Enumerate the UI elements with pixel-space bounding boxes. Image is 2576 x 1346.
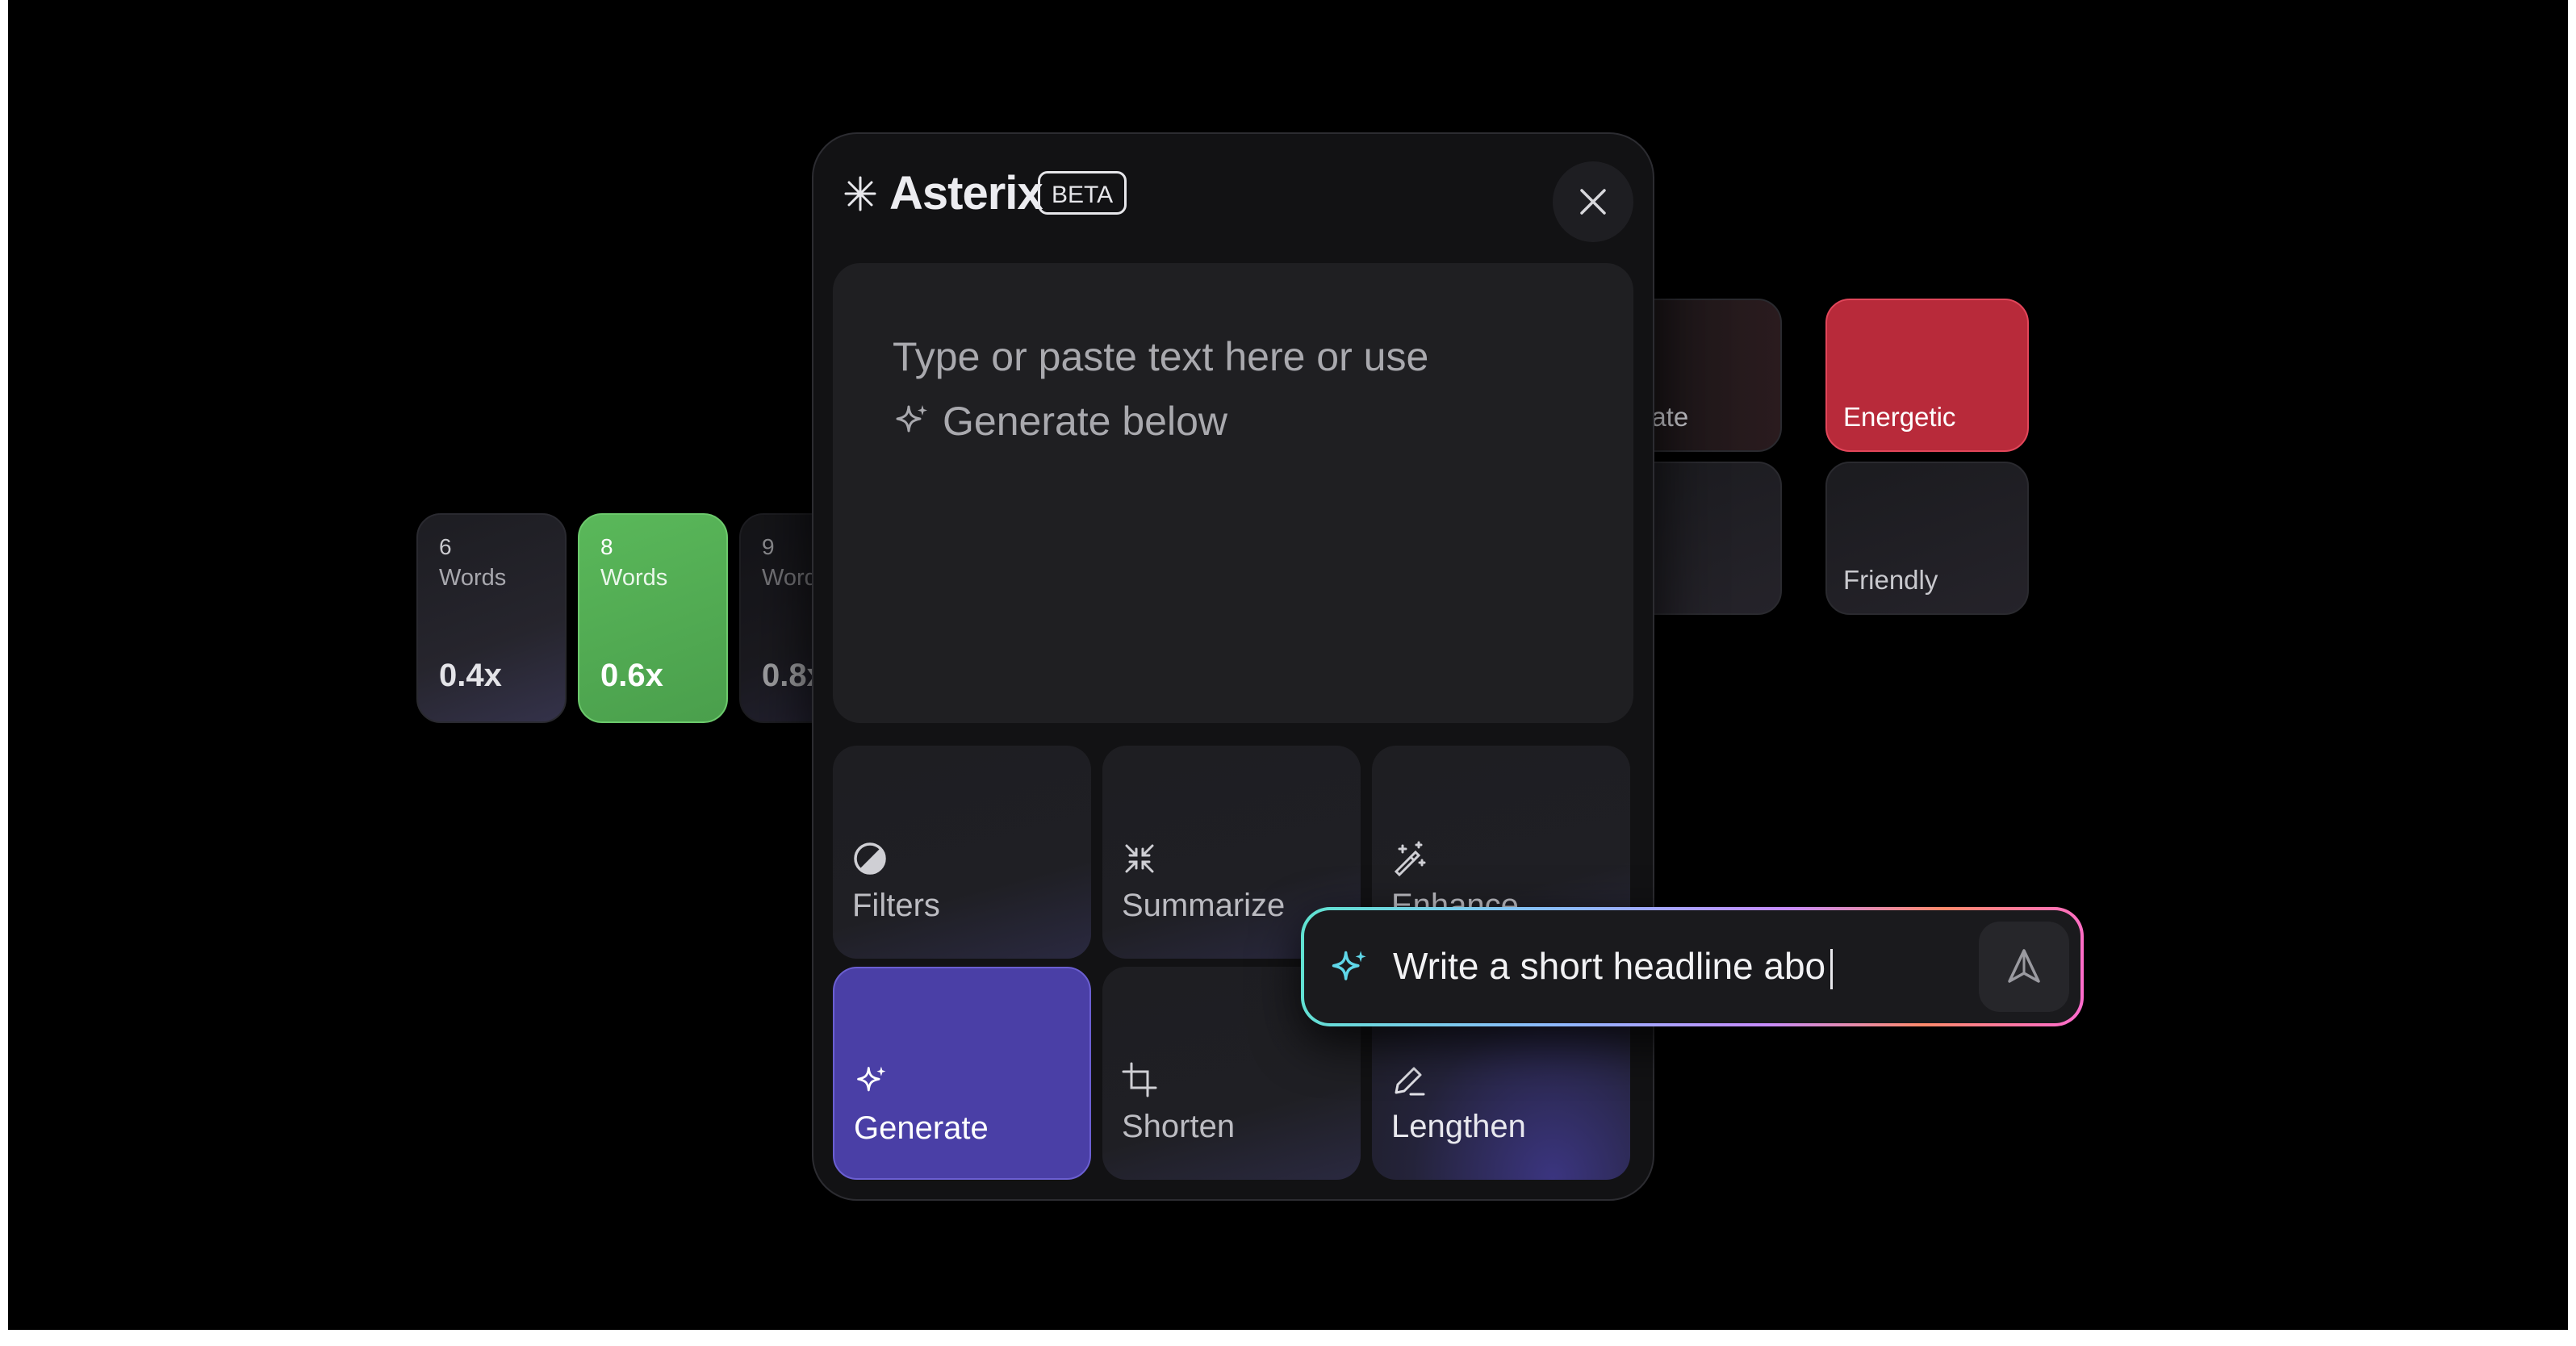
send-button[interactable]	[1979, 922, 2069, 1012]
word-count: 6	[439, 534, 452, 559]
sparkle-icon	[857, 1066, 886, 1092]
sparkle-icon	[896, 405, 927, 433]
sparkle-icon	[1332, 951, 1366, 980]
tone-energetic[interactable]: Energetic	[1825, 299, 2029, 452]
tone-label: Friendly	[1843, 565, 1938, 595]
prompt-value: Write a short headline abo	[1393, 945, 1826, 987]
asterix-panel: Asterix BETA Type or paste text here or …	[812, 132, 1654, 1201]
close-button[interactable]	[1553, 161, 1633, 242]
word-multiplier: 0.6x	[600, 658, 663, 693]
word-unit: Words	[600, 565, 668, 591]
contrast-icon	[854, 842, 886, 875]
pencil-icon	[1395, 1067, 1425, 1096]
filters-button[interactable]: Filters	[833, 746, 1091, 959]
compress-icon	[1125, 844, 1154, 873]
word-multiplier: 0.4x	[439, 658, 502, 693]
send-icon	[2008, 949, 2040, 983]
text-caret	[1830, 948, 1834, 989]
tool-label: Generate	[854, 1110, 989, 1146]
beta-badge: BETA	[1038, 171, 1127, 215]
word-count: 8	[600, 534, 613, 559]
word-option-8[interactable]: 8 Words 0.6x	[578, 513, 728, 723]
word-unit: Words	[439, 565, 507, 591]
canvas: 6 Words 0.4x 8 Words 0.6x 9 Words 0.8x i…	[8, 0, 2568, 1330]
tone-label: Energetic	[1843, 402, 1956, 432]
tool-label: Summarize	[1122, 888, 1286, 923]
prompt-bar: Write a short headline abo	[1301, 907, 2084, 1026]
close-icon	[1580, 189, 1606, 215]
tool-label: Filters	[852, 888, 940, 923]
word-option-6[interactable]: 6 Words 0.4x	[416, 513, 567, 723]
crop-icon	[1122, 1062, 1157, 1097]
tool-label: Shorten	[1122, 1109, 1236, 1144]
magic-wand-icon	[1394, 841, 1426, 876]
tone-friendly[interactable]: Friendly	[1825, 462, 2029, 615]
text-editor[interactable]: Type or paste text here or use Generate …	[833, 263, 1633, 723]
editor-placeholder-line2: Generate below	[943, 399, 1228, 444]
tool-label: Lengthen	[1391, 1109, 1526, 1144]
generate-button[interactable]: Generate	[833, 967, 1091, 1180]
asterisk-logo-icon	[844, 176, 876, 211]
app-name: Asterix	[889, 167, 1043, 219]
prompt-input[interactable]: Write a short headline abo	[1393, 944, 1834, 989]
editor-placeholder-line1: Type or paste text here or use	[893, 334, 1429, 379]
